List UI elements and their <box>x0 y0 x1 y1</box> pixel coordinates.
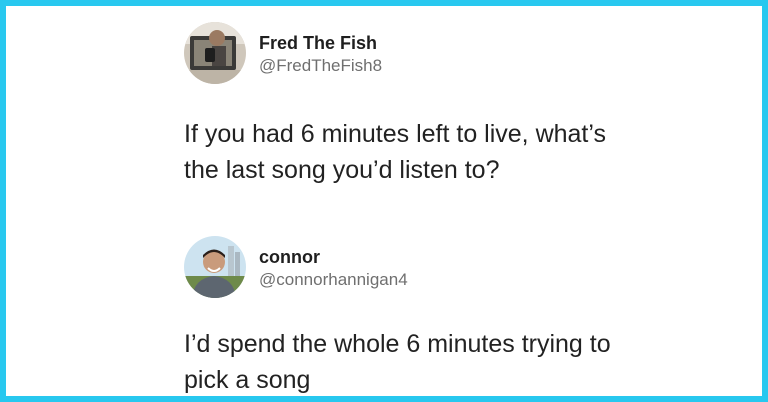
tweet-text-line: If you had 6 minutes left to live, what’… <box>184 120 606 148</box>
display-name[interactable]: connor <box>259 246 408 268</box>
avatar[interactable] <box>184 236 246 298</box>
screenshot-frame: Fred The Fish @FredTheFish8 If you had 6… <box>0 0 768 402</box>
display-name[interactable]: Fred The Fish <box>259 32 382 54</box>
tweet-text: I’d spend the whole 6 minutes trying to … <box>184 326 704 398</box>
user-handle[interactable]: @connorhannigan4 <box>259 269 408 291</box>
avatar[interactable] <box>184 22 246 84</box>
tweet-text-line: the last song you’d listen to? <box>184 156 500 184</box>
tweet-text-line: pick a song <box>184 366 311 394</box>
tweet-text-line: I’d spend the whole 6 minutes trying to <box>184 330 611 358</box>
avatar-photo <box>184 22 246 84</box>
avatar-photo <box>184 236 246 298</box>
author-block: Fred The Fish @FredTheFish8 <box>259 32 382 77</box>
author-block: connor @connorhannigan4 <box>259 246 408 291</box>
tweet-text: If you had 6 minutes left to live, what’… <box>184 116 704 188</box>
user-handle[interactable]: @FredTheFish8 <box>259 55 382 77</box>
